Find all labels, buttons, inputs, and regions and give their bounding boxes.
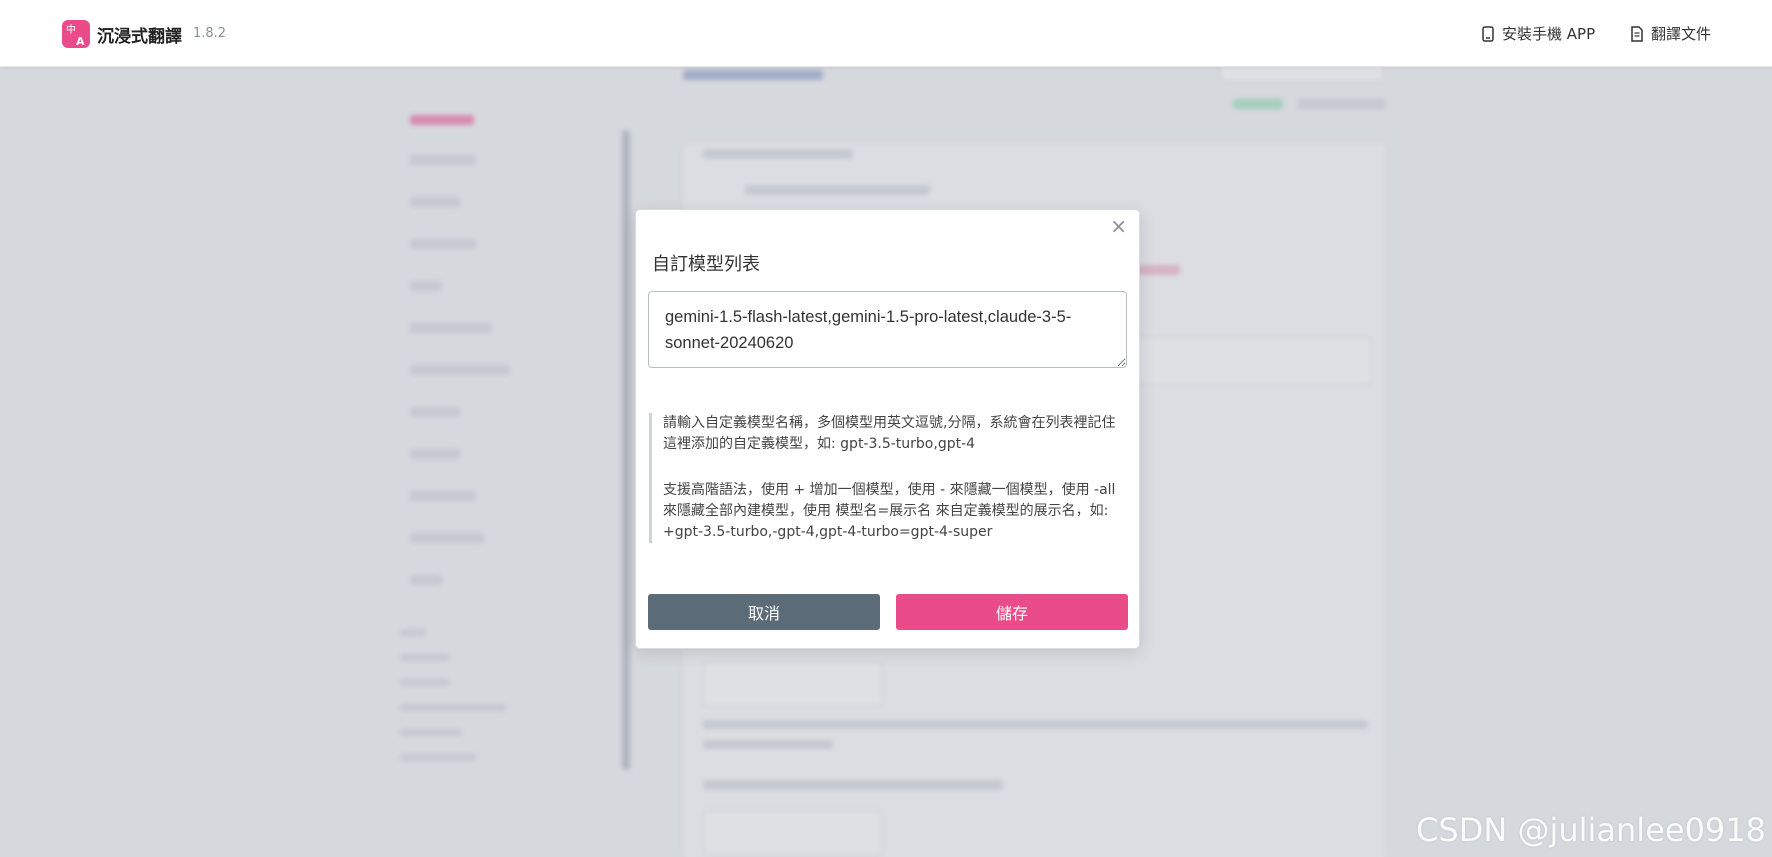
save-button[interactable]: 儲存 xyxy=(896,594,1128,630)
help-note: 請輸入自定義模型名稱，多個模型用英文逗號,分隔，系統會在列表裡記住這裡添加的自定… xyxy=(649,413,1119,543)
close-icon[interactable]: × xyxy=(1110,216,1127,236)
dialog-title: 自訂模型列表 xyxy=(652,254,760,275)
install-app-label: 安裝手機 APP xyxy=(1502,25,1596,43)
svg-text:A: A xyxy=(76,35,85,48)
help-note-paragraph: 支援高階語法，使用 + 增加一個模型，使用 - 來隱藏一個模型，使用 -all … xyxy=(663,482,1116,540)
translate-document-label: 翻譯文件 xyxy=(1651,25,1712,43)
phone-icon xyxy=(1482,25,1494,42)
svg-text:中: 中 xyxy=(66,23,76,36)
model-list-textarea[interactable]: gemini-1.5-flash-latest,gemini-1.5-pro-l… xyxy=(648,291,1127,368)
cancel-button[interactable]: 取消 xyxy=(648,594,880,630)
top-header: 中 A 沉浸式翻譯 1.8.2 安裝手機 APP 翻譯文件 xyxy=(0,0,1772,67)
help-note-paragraph: 請輸入自定義模型名稱，多個模型用英文逗號,分隔，系統會在列表裡記住這裡添加的自定… xyxy=(663,415,1116,452)
document-icon xyxy=(1631,25,1643,42)
translate-document-link[interactable]: 翻譯文件 xyxy=(1630,23,1711,44)
app-logo-icon[interactable]: 中 A xyxy=(62,20,90,48)
install-app-link[interactable]: 安裝手機 APP xyxy=(1481,23,1595,44)
app-name[interactable]: 沉浸式翻譯 xyxy=(97,22,182,47)
app-version: 1.8.2 xyxy=(193,26,227,41)
custom-model-list-dialog: × 自訂模型列表 gemini-1.5-flash-latest,gemini-… xyxy=(635,209,1140,649)
watermark: CSDN @julianlee0918 xyxy=(1416,811,1766,849)
